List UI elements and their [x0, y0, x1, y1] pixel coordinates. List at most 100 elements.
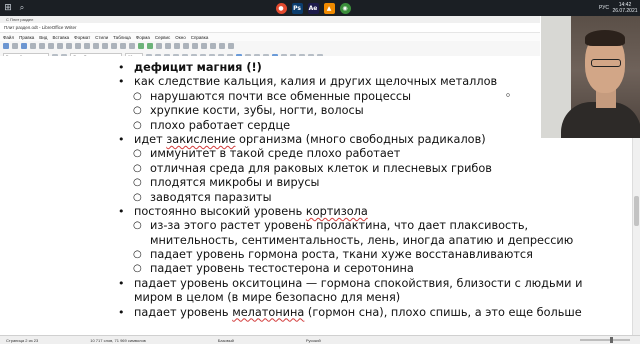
- bullet-circle-icon: ○: [133, 220, 142, 232]
- bullet-circle-icon: ○: [133, 249, 142, 261]
- formatting-marks-icon[interactable]: [129, 43, 135, 49]
- save-icon[interactable]: [21, 43, 27, 49]
- document-body[interactable]: • дефицит магния (!) • как следствие кальци…: [118, 61, 582, 320]
- vlc-icon[interactable]: ▲: [321, 0, 337, 16]
- document-line[interactable]: ○ падает уровень гормона роста, ткани хуж…: [118, 248, 538, 262]
- redo-icon[interactable]: [102, 43, 108, 49]
- language-indicator[interactable]: РУС: [598, 5, 610, 11]
- line-text: заводятся паразиты: [150, 190, 272, 204]
- open-icon[interactable]: [12, 43, 18, 49]
- track-changes-icon[interactable]: [210, 43, 216, 49]
- app-icon-a[interactable]: ●: [273, 0, 289, 16]
- bullet-disc-icon: •: [118, 132, 125, 146]
- bullet-circle-icon: ○: [133, 90, 142, 102]
- document-line[interactable]: • как следствие кальция, калия и других щ…: [118, 75, 538, 89]
- document-tab[interactable]: С Плит раздел: [0, 16, 540, 23]
- search-icon[interactable]: ⌕: [16, 0, 28, 16]
- line-text: падает уровень гормона роста, ткани хуже…: [150, 248, 533, 262]
- clone-formatting-icon[interactable]: [84, 43, 90, 49]
- document-line[interactable]: • падает уровень мелатонина (гормон сна),…: [118, 305, 582, 320]
- insert-footnote-icon[interactable]: [192, 43, 198, 49]
- line-text: миром в целом (в мире безопасно для меня…: [134, 291, 401, 305]
- menu-insert[interactable]: Вставка: [52, 35, 69, 40]
- undo-icon[interactable]: [93, 43, 99, 49]
- windows-start-icon[interactable]: ⊞: [0, 0, 16, 16]
- document-line[interactable]: • падает уровень окситоцина — гормона спо…: [118, 276, 582, 291]
- text-language[interactable]: Русский: [300, 338, 327, 343]
- after-effects-icon[interactable]: Ae: [305, 0, 321, 16]
- insert-chart-icon[interactable]: [156, 43, 162, 49]
- menu-form[interactable]: Форма: [136, 35, 150, 40]
- bullet-circle-icon: ○: [133, 148, 142, 160]
- webcam-person-hair: [585, 30, 625, 46]
- line-text: плохо работает сердце: [150, 118, 291, 132]
- insert-image-icon[interactable]: [147, 43, 153, 49]
- document-line[interactable]: • идет закисление организма (много свобод…: [118, 133, 538, 147]
- document-line[interactable]: ○ иммунитет в такой среде плохо работает: [118, 147, 538, 161]
- webcam-overlay: [541, 16, 640, 138]
- line-text: (гормон сна), плохо спишь, а это еще бол…: [304, 305, 582, 319]
- document-line[interactable]: • дефицит магния (!): [118, 61, 538, 75]
- zoom-slider-knob[interactable]: [610, 337, 613, 343]
- insert-special-char-icon[interactable]: [174, 43, 180, 49]
- document-line[interactable]: ○ хрупкие кости, зубы, ногти, волосы: [118, 104, 538, 118]
- page-style[interactable]: Базовый: [212, 338, 240, 343]
- bullet-disc-icon: •: [118, 204, 125, 218]
- spelling-icon[interactable]: [120, 43, 126, 49]
- photoshop-icon[interactable]: Ps: [289, 0, 305, 16]
- cut-icon[interactable]: [57, 43, 63, 49]
- bullet-disc-icon: •: [118, 305, 125, 319]
- menu-edit[interactable]: Правка: [19, 35, 34, 40]
- document-line[interactable]: ○ нарушаются почти все обменные процессы: [118, 90, 538, 104]
- taskbar-clock[interactable]: 14:42 26.07.2021: [610, 2, 640, 14]
- line-text: иммунитет в такой среде плохо работает: [150, 147, 401, 161]
- basic-shapes-icon[interactable]: [228, 43, 234, 49]
- menu-help[interactable]: Справка: [191, 35, 209, 40]
- document-line[interactable]: мнительность, сентиментальность, лень, и…: [118, 234, 573, 248]
- document-line[interactable]: ○ плохо работает сердце: [118, 119, 538, 133]
- menu-table[interactable]: Таблица: [113, 35, 131, 40]
- bullet-disc-icon: •: [118, 276, 125, 290]
- document-line[interactable]: миром в целом (в мире безопасно для меня…: [118, 291, 538, 305]
- menu-view[interactable]: Вид: [39, 35, 47, 40]
- document-line[interactable]: ○ отличная среда для раковых клеток и пле…: [118, 162, 538, 176]
- new-document-icon[interactable]: [3, 43, 9, 49]
- menu-file[interactable]: Файл: [3, 35, 14, 40]
- line-text: дефицит магния (!): [134, 61, 262, 74]
- document-line[interactable]: ○ из-за этого растет уровень пролактина, …: [118, 219, 538, 233]
- document-line[interactable]: ○ плодятся микробы и вирусы: [118, 176, 538, 190]
- menu-styles[interactable]: Стили: [95, 35, 108, 40]
- document-line[interactable]: • постоянно высокий уровень кортизола: [118, 205, 538, 219]
- find-replace-icon[interactable]: [111, 43, 117, 49]
- insert-comment-icon[interactable]: [201, 43, 207, 49]
- menu-format[interactable]: Формат: [74, 35, 90, 40]
- print-icon[interactable]: [39, 43, 45, 49]
- menu-tools[interactable]: Сервис: [155, 35, 170, 40]
- bullet-disc-icon: •: [118, 61, 125, 74]
- paste-icon[interactable]: [75, 43, 81, 49]
- print-preview-icon[interactable]: [48, 43, 54, 49]
- copy-icon[interactable]: [66, 43, 72, 49]
- scrollbar-thumb[interactable]: [634, 196, 639, 226]
- insert-textbox-icon[interactable]: [165, 43, 171, 49]
- document-line[interactable]: ○ падает уровень тестостерона и серотонин…: [118, 262, 538, 276]
- document-line[interactable]: ○ заводятся паразиты: [118, 191, 538, 205]
- line-text: падает уровень окситоцина — гормона спок…: [134, 276, 583, 290]
- status-bar: Страница 2 из 23 10 717 слов, 71 969 сим…: [0, 335, 640, 344]
- standard-toolbar: [0, 41, 540, 51]
- zoom-slider[interactable]: [580, 337, 630, 343]
- webcam-person-glasses: [591, 59, 621, 67]
- line-text: нарушаются почти все обменные процессы: [150, 89, 412, 103]
- chrome-icon[interactable]: ◉: [337, 0, 353, 16]
- word-count[interactable]: 10 717 слов, 71 969 символов: [84, 338, 152, 343]
- window-title: Плит раздел.odt - LibreOffice Writer: [0, 23, 540, 33]
- insert-table-icon[interactable]: [138, 43, 144, 49]
- line-text: падает уровень: [134, 305, 233, 319]
- insert-line-icon[interactable]: [219, 43, 225, 49]
- export-pdf-icon[interactable]: [30, 43, 36, 49]
- menu-window[interactable]: Окно: [175, 35, 185, 40]
- document-canvas[interactable]: • дефицит магния (!) • как следствие кальци…: [0, 56, 632, 335]
- page-indicator[interactable]: Страница 2 из 23: [0, 338, 44, 343]
- clock-date: 26.07.2021: [612, 8, 638, 14]
- insert-hyperlink-icon[interactable]: [183, 43, 189, 49]
